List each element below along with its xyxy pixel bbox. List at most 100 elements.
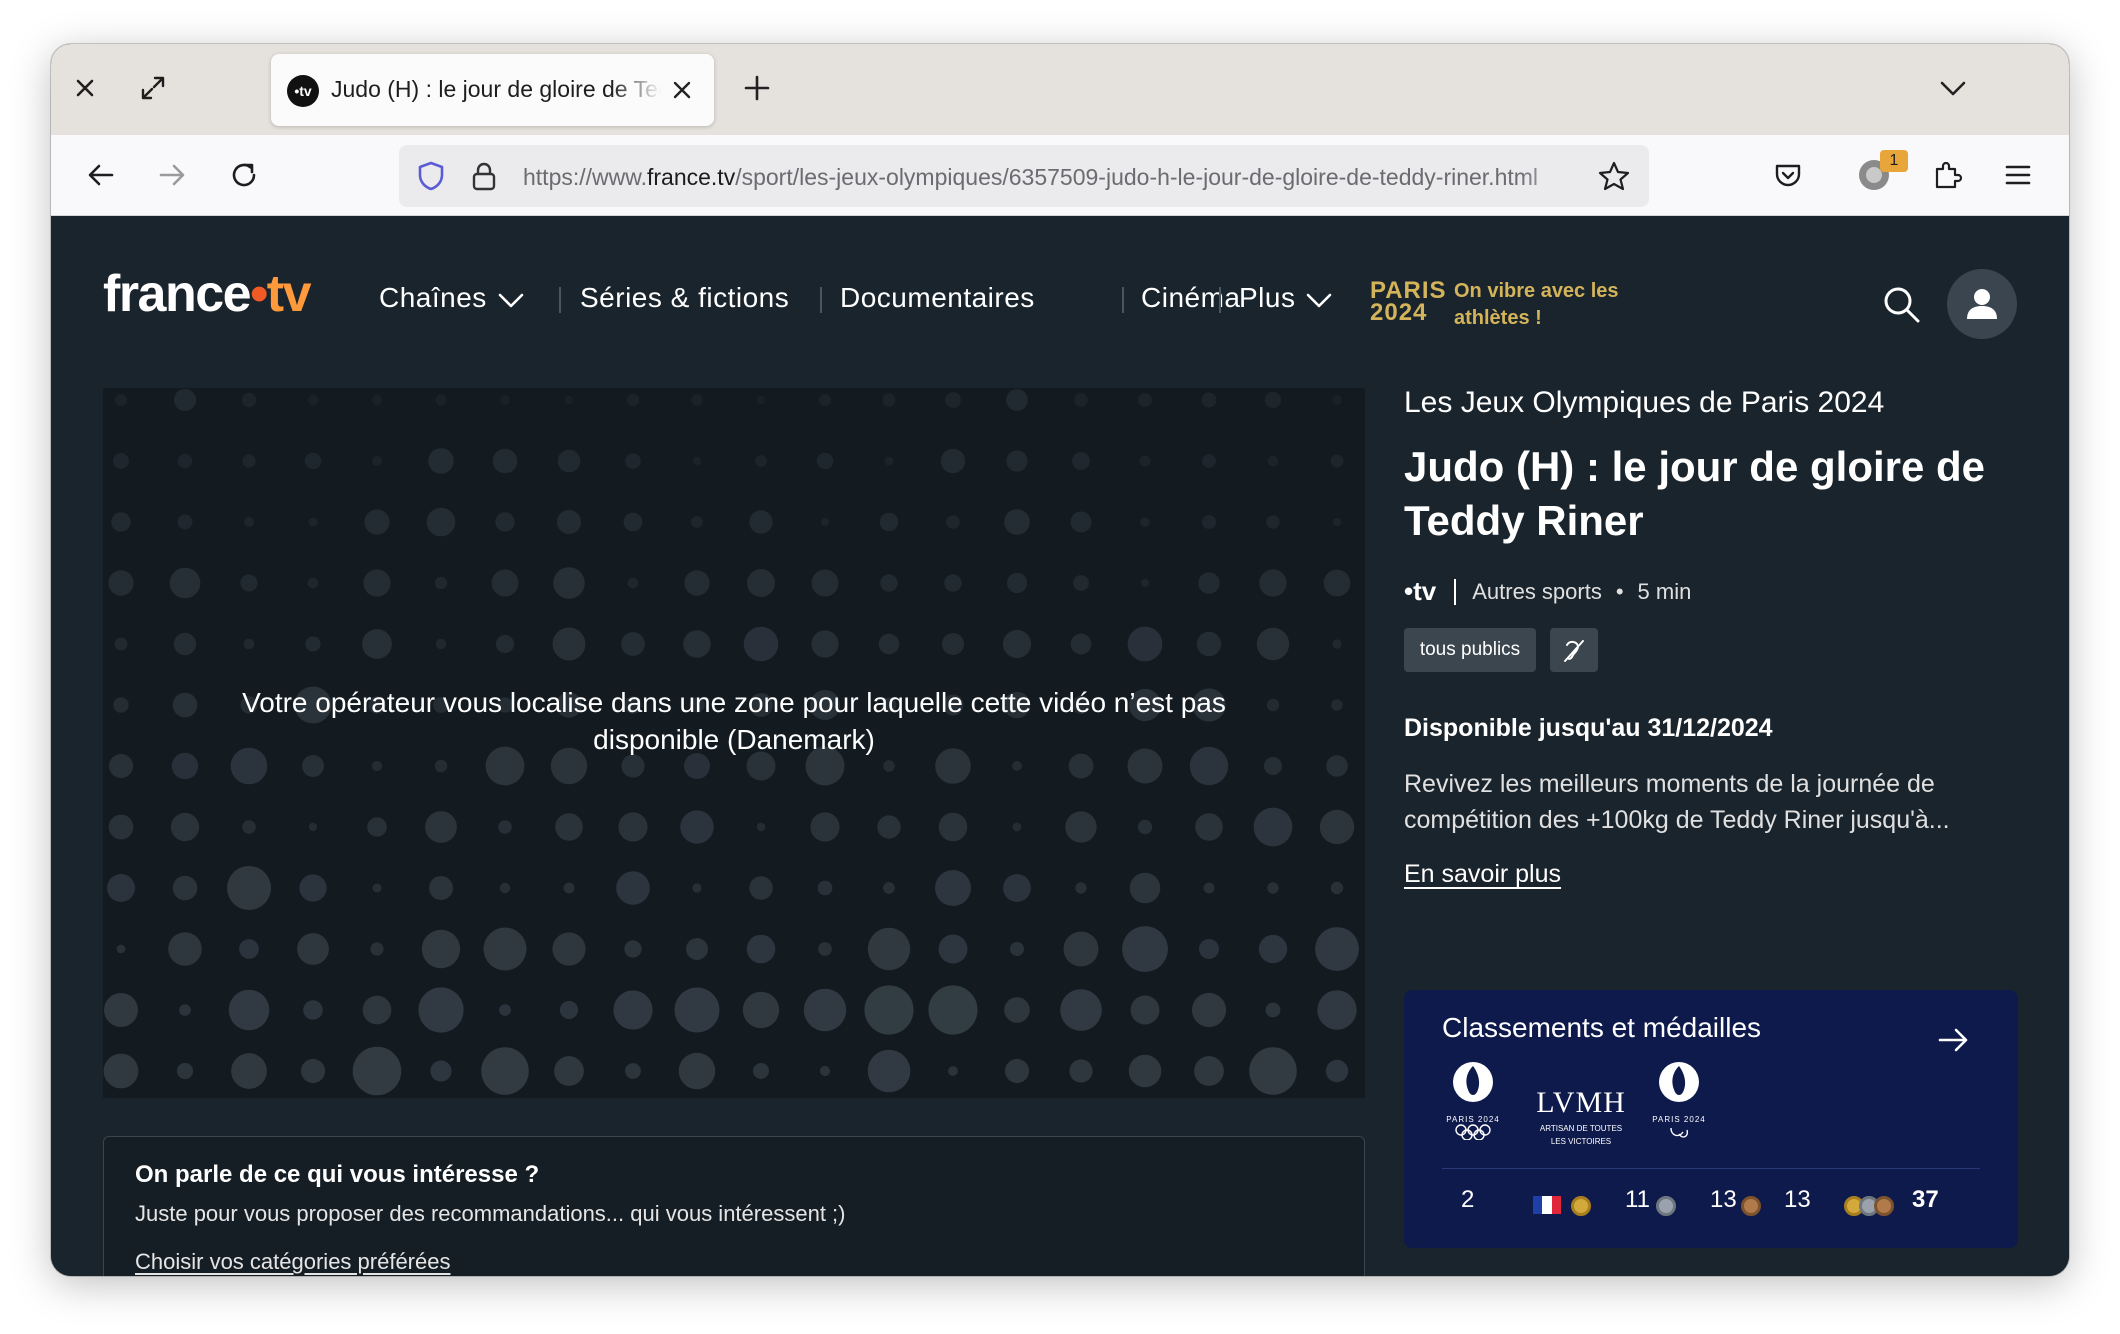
background-dot (618, 812, 648, 842)
pocket-icon[interactable] (1768, 155, 1808, 195)
background-dot (1198, 572, 1220, 594)
background-dot (623, 512, 643, 532)
background-dot (434, 759, 448, 773)
background-dot (749, 510, 773, 534)
background-dot (113, 697, 129, 713)
program-category[interactable]: Autres sports (1472, 579, 1602, 605)
background-dot (1006, 450, 1028, 472)
total-bronze-icon (1874, 1196, 1894, 1216)
recommendation-card: On parle de ce qui vous intéresse ? Just… (103, 1136, 1365, 1276)
background-dot (240, 574, 258, 592)
geo-block-message: Votre opérateur vous localise dans une z… (242, 687, 1226, 755)
background-dot (691, 394, 703, 406)
background-dot (553, 567, 585, 599)
nav-plus[interactable]: Plus (1239, 282, 1333, 314)
lock-icon[interactable] (469, 160, 499, 192)
new-tab-icon[interactable] (737, 68, 777, 108)
background-dot (1138, 393, 1152, 407)
background-dot (435, 394, 447, 406)
france-tv-logo[interactable]: france•tv (103, 264, 312, 324)
background-dot (1129, 872, 1161, 904)
background-dot (938, 812, 968, 842)
background-dot (1060, 989, 1102, 1031)
background-dot (621, 632, 645, 656)
background-dot (367, 817, 387, 837)
background-dot (242, 820, 256, 834)
fullscreen-icon[interactable] (133, 68, 173, 108)
background-dot (557, 449, 581, 473)
background-dot (492, 448, 518, 474)
forward-arrow-icon[interactable] (152, 155, 192, 195)
background-dot (241, 392, 257, 408)
program-eyebrow[interactable]: Les Jeux Olympiques de Paris 2024 (1404, 386, 1884, 420)
background-dot (883, 760, 895, 772)
arrow-right-icon[interactable] (1934, 1022, 1974, 1058)
background-dot (742, 991, 780, 1029)
choose-categories-link[interactable]: Choisir vos catégories préférées (135, 1249, 450, 1275)
background-dot (683, 630, 711, 658)
background-dot (372, 456, 382, 466)
background-dot (243, 638, 255, 650)
background-dot (1139, 455, 1151, 467)
search-icon[interactable] (1880, 283, 1924, 327)
background-dot (1196, 631, 1222, 657)
channel-logo: •tv (1404, 576, 1437, 606)
extensions-puzzle-icon[interactable] (1927, 155, 1967, 195)
background-dot (1006, 572, 1028, 594)
tab-close-icon[interactable] (668, 76, 696, 104)
background-dot (1266, 515, 1280, 529)
nav-series-fictions[interactable]: Séries & fictions (580, 282, 789, 314)
url-text[interactable]: https://www.france.tv/sport/les-jeux-oly… (523, 164, 1583, 191)
background-dot (816, 452, 834, 470)
reload-icon[interactable] (224, 155, 264, 195)
background-dot (625, 453, 641, 469)
paris-2024-tagline[interactable]: On vibre avec les athlètes ! (1454, 278, 1644, 332)
tab-active[interactable]: •tv Judo (H) : le jour de gloire de Tedd… (271, 54, 714, 126)
background-dot (1065, 811, 1097, 843)
back-arrow-icon[interactable] (81, 155, 121, 195)
background-dot (613, 990, 653, 1030)
nav-documentaires[interactable]: Documentaires (840, 282, 1035, 314)
paralympics-label: PARIS 2024 (1652, 1115, 1706, 1124)
background-dot (1130, 995, 1160, 1025)
background-dot (421, 929, 461, 969)
tab-strip: •tv Judo (H) : le jour de gloire de Tedd… (51, 44, 2069, 135)
background-dot (746, 934, 776, 964)
chevron-down-icon[interactable] (1935, 70, 1971, 106)
background-dot (1319, 809, 1355, 845)
read-more-link[interactable]: En savoir plus (1404, 860, 1561, 889)
medals-card[interactable]: Classements et médailles PARIS 2024 LVMH… (1404, 990, 2018, 1248)
background-dot (1010, 942, 1024, 956)
nav-cinema[interactable]: Cinéma (1141, 282, 1240, 314)
user-avatar[interactable] (1947, 269, 2017, 339)
close-window-icon[interactable] (65, 68, 105, 108)
background-dot (1330, 454, 1344, 468)
extension-badge-count: 1 (1880, 150, 1908, 172)
flame-emblem-icon (1453, 1062, 1493, 1102)
background-dot (303, 1000, 323, 1020)
background-dot (239, 939, 259, 959)
background-dot (179, 1004, 191, 1016)
video-player[interactable]: Votre opérateur vous localise dans une z… (103, 388, 1365, 1098)
background-dot (173, 632, 197, 656)
background-dot (1256, 627, 1290, 661)
shield-icon[interactable] (415, 160, 447, 192)
background-dot (1317, 990, 1357, 1030)
background-dot (625, 1063, 641, 1079)
background-dot (371, 394, 383, 406)
program-duration: 5 min (1637, 578, 1692, 604)
hamburger-menu-icon[interactable] (1998, 155, 2038, 195)
background-dot (495, 512, 515, 532)
background-dot (302, 755, 324, 777)
background-dot (556, 509, 582, 535)
address-bar[interactable]: https://www.france.tv/sport/les-jeux-oly… (399, 145, 1649, 207)
background-dot (372, 883, 382, 893)
background-dot (674, 987, 720, 1033)
nav-chaines[interactable]: Chaînes (379, 282, 525, 314)
background-dot (1264, 757, 1282, 775)
paris-2024-logo[interactable]: PARIS 2024 (1370, 279, 1447, 325)
background-dot (756, 822, 766, 832)
star-bookmark-icon[interactable] (1597, 160, 1631, 192)
background-dot (559, 1000, 579, 1020)
background-dot (499, 1004, 511, 1016)
